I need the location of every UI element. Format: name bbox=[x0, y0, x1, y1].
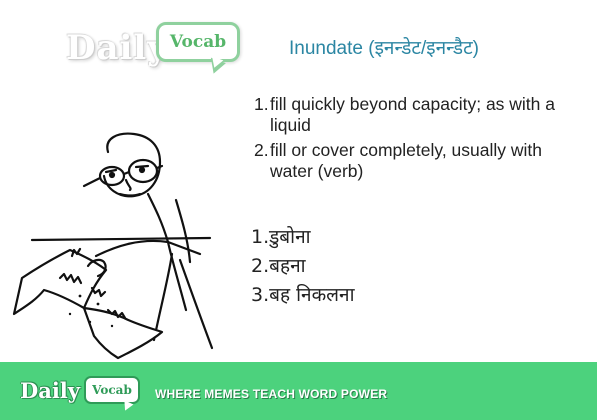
definition-item: 1. fill quickly beyond capacity; as with… bbox=[254, 94, 584, 136]
speech-bubble-icon: Vocab bbox=[84, 376, 140, 404]
meme-stick-figure-holding-paper-icon bbox=[12, 132, 214, 360]
footer-logo-daily: Daily bbox=[20, 378, 80, 403]
hindi-meaning: 1.डुबोना bbox=[251, 226, 311, 248]
hindi-meaning: 3.बह निकलना bbox=[251, 284, 355, 306]
footer-logo-vocab: Vocab bbox=[92, 383, 132, 397]
definition-number: 1. bbox=[254, 94, 269, 114]
top-logo: Daily Vocab bbox=[66, 20, 248, 80]
logo-vocab-text: Vocab bbox=[169, 32, 227, 52]
definition-number: 2. bbox=[254, 140, 269, 160]
definition-item: 2. fill or cover completely, usually wit… bbox=[254, 140, 584, 182]
hindi-meanings-list: 1.डुबोना 2.बहना 3.बह निकलना bbox=[251, 223, 355, 310]
hindi-meaning: 2.बहना bbox=[251, 255, 306, 277]
definition-text: fill quickly beyond capacity; as with a … bbox=[270, 94, 555, 135]
footer-bar: Daily Vocab WHERE MEMES TEACH WORD POWER bbox=[0, 362, 597, 420]
definitions-list: 1. fill quickly beyond capacity; as with… bbox=[254, 94, 584, 186]
logo-daily-text: Daily bbox=[66, 28, 169, 68]
footer-tagline: WHERE MEMES TEACH WORD POWER bbox=[155, 387, 388, 401]
definition-text: fill or cover completely, usually with w… bbox=[270, 140, 542, 181]
speech-bubble-icon: Vocab bbox=[156, 22, 240, 62]
headword: Inundate (इनन्डेट/इनन्डैट) bbox=[289, 38, 480, 59]
